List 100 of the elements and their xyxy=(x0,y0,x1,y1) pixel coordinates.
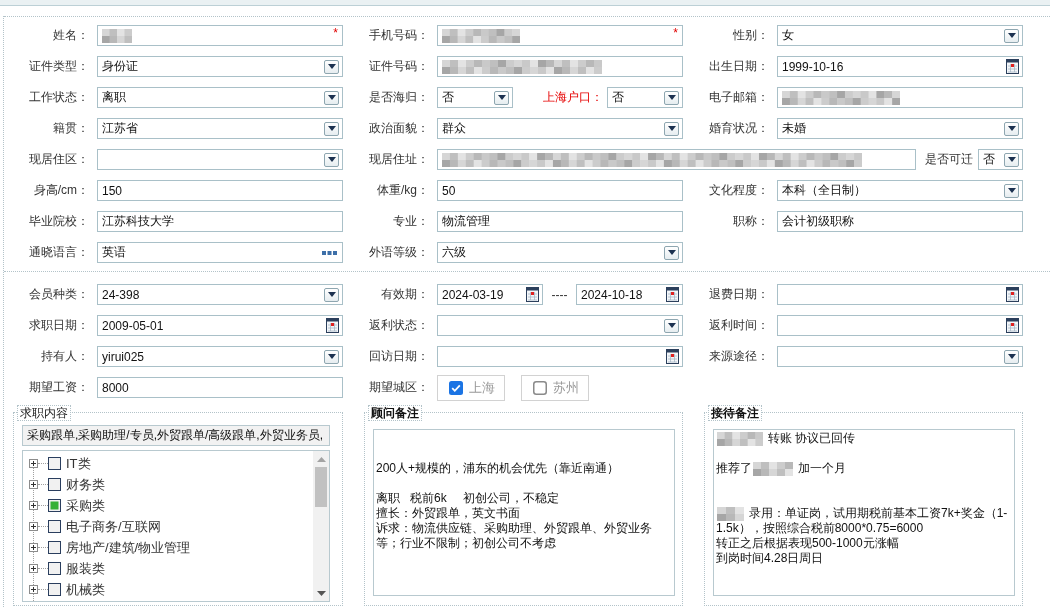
field-label: 回访日期： xyxy=(369,349,429,363)
dropdown-button[interactable] xyxy=(324,59,339,74)
select-field[interactable]: 江苏省 xyxy=(97,118,343,139)
date-field[interactable] xyxy=(777,284,1023,305)
select-field[interactable]: 身份证 xyxy=(97,56,343,77)
tree-item[interactable]: IT类 xyxy=(66,454,91,473)
dropdown-button[interactable] xyxy=(1004,28,1019,43)
field-label: 求职日期： xyxy=(29,318,89,332)
dropdown-button[interactable] xyxy=(1004,183,1019,198)
text-field[interactable]: 会计初级职称 xyxy=(777,211,1023,232)
tree-item[interactable]: 服装类 xyxy=(66,559,105,578)
text-field[interactable]: 8000 xyxy=(97,377,343,398)
scroll-down-icon[interactable] xyxy=(316,591,326,596)
tree-item[interactable]: 电子商务/互联网 xyxy=(66,517,161,536)
expand-plus-icon[interactable] xyxy=(29,501,38,510)
select-field[interactable]: 未婚 xyxy=(777,118,1023,139)
select-field[interactable]: 离职 xyxy=(97,87,343,108)
text-field[interactable]: 150 xyxy=(97,180,343,201)
select-field[interactable]: 女 xyxy=(777,25,1023,46)
date-field[interactable] xyxy=(437,346,683,367)
expand-plus-icon[interactable] xyxy=(29,585,38,594)
checkbox-icon[interactable] xyxy=(48,499,61,512)
expand-plus-icon[interactable] xyxy=(29,522,38,531)
summary-field[interactable]: 采购跟单,采购助理/专员,外贸跟单/高级跟单,外贸业务员, xyxy=(22,425,330,446)
calendar-icon[interactable] xyxy=(666,349,679,364)
select-field[interactable] xyxy=(437,315,683,336)
expand-plus-icon[interactable] xyxy=(29,480,38,489)
calendar-icon[interactable] xyxy=(526,287,539,302)
select-field[interactable]: yirui025 xyxy=(97,346,343,367)
field-label: 期望工资： xyxy=(29,380,89,394)
select-field[interactable]: 24-398 xyxy=(97,284,343,305)
calendar-icon[interactable] xyxy=(666,287,679,302)
select-field[interactable]: 群众 xyxy=(437,118,683,139)
dropdown-button[interactable] xyxy=(1004,152,1019,167)
dropdown-button[interactable] xyxy=(494,90,509,105)
checkbox-icon[interactable] xyxy=(48,457,61,470)
text-field[interactable] xyxy=(777,87,1023,108)
select-field[interactable]: 否 xyxy=(437,87,513,108)
tree-item[interactable]: 采购类 xyxy=(66,496,105,515)
dropdown-button[interactable] xyxy=(664,121,679,136)
field-label: 毕业院校： xyxy=(29,214,89,228)
checkbox-icon[interactable] xyxy=(533,380,547,395)
checkbox-icon[interactable] xyxy=(449,380,463,395)
field-label: 证件类型： xyxy=(29,59,89,73)
dropdown-button[interactable] xyxy=(324,152,339,167)
checkbox-icon[interactable] xyxy=(48,562,61,575)
text-field[interactable]: 物流管理 xyxy=(437,211,683,232)
scrollbar[interactable] xyxy=(313,451,329,601)
expand-plus-icon[interactable] xyxy=(29,564,38,573)
notes-field[interactable]: 转账 协议已回传 推荐了 加一个月 录用：单证岗，试用期税前基本工资7k+奖金（1- 1.5k），按照综合税前8000*0.75=6000 转正之后根据表现500-1000元涨幅 到岗时间4.28日周日 xyxy=(713,429,1015,596)
caret-down-icon xyxy=(667,95,676,100)
tree-item[interactable]: 机械类 xyxy=(66,580,105,599)
text-field[interactable] xyxy=(437,56,683,77)
dropdown-button[interactable] xyxy=(1004,349,1019,364)
required-mark: * xyxy=(673,27,678,39)
date-field[interactable]: 2009-05-01 xyxy=(97,315,343,336)
checkbox-icon[interactable] xyxy=(48,541,61,554)
date-field[interactable]: 2024-10-18 xyxy=(576,284,683,305)
calendar-icon[interactable] xyxy=(1006,318,1019,333)
select-field[interactable] xyxy=(777,346,1023,367)
select-field[interactable] xyxy=(97,149,343,170)
select-field[interactable]: 本科（全日制） xyxy=(777,180,1023,201)
lookup-field[interactable]: 英语 xyxy=(97,242,343,263)
dropdown-button[interactable] xyxy=(664,90,679,105)
text-field[interactable]: 江苏科技大学 xyxy=(97,211,343,232)
text-field[interactable]: 50 xyxy=(437,180,683,201)
ellipsis-icon[interactable] xyxy=(322,250,337,255)
dropdown-button[interactable] xyxy=(324,90,339,105)
scrollbar-thumb[interactable] xyxy=(315,467,327,507)
required-mark: * xyxy=(333,27,338,39)
text-field[interactable] xyxy=(437,149,916,170)
dropdown-button[interactable] xyxy=(664,245,679,260)
dropdown-button[interactable] xyxy=(324,287,339,302)
notes-field[interactable]: 200人+规模的，浦东的机会优先（靠近南通） 离职 税前6k 初创公司，不稳定 擅长：外贸跟单，英文书面 诉求：物流供应链、采购助理、外贸跟单、外贸业务 等；行业不限制；初创公司不考虑 xyxy=(373,429,675,596)
checkbox-icon[interactable] xyxy=(48,478,61,491)
caret-down-icon xyxy=(1007,33,1016,38)
calendar-icon[interactable] xyxy=(1006,287,1019,302)
date-field[interactable]: 1999-10-16 xyxy=(777,56,1023,77)
expand-plus-icon[interactable] xyxy=(29,459,38,468)
calendar-icon[interactable] xyxy=(326,318,339,333)
tree-item[interactable]: 房地产/建筑/物业管理 xyxy=(66,538,191,557)
dropdown-button[interactable] xyxy=(324,349,339,364)
text-field[interactable]: * xyxy=(437,25,683,46)
field-label: 返利状态： xyxy=(369,318,429,332)
date-field[interactable] xyxy=(777,315,1023,336)
tree-item[interactable]: 财务类 xyxy=(66,475,105,494)
field-label: 是否海归： xyxy=(369,90,429,104)
select-field[interactable]: 否 xyxy=(978,149,1023,170)
dropdown-button[interactable] xyxy=(664,318,679,333)
dropdown-button[interactable] xyxy=(324,121,339,136)
select-field[interactable]: 六级 xyxy=(437,242,683,263)
checkbox-icon[interactable] xyxy=(48,583,61,596)
checkbox-icon[interactable] xyxy=(48,520,61,533)
expand-plus-icon[interactable] xyxy=(29,543,38,552)
calendar-icon[interactable] xyxy=(1006,59,1019,74)
select-field[interactable]: 否 xyxy=(607,87,683,108)
date-field[interactable]: 2024-03-19 xyxy=(437,284,543,305)
text-field[interactable]: * xyxy=(97,25,343,46)
field-label: 是否可迁 xyxy=(924,151,974,168)
dropdown-button[interactable] xyxy=(1004,121,1019,136)
